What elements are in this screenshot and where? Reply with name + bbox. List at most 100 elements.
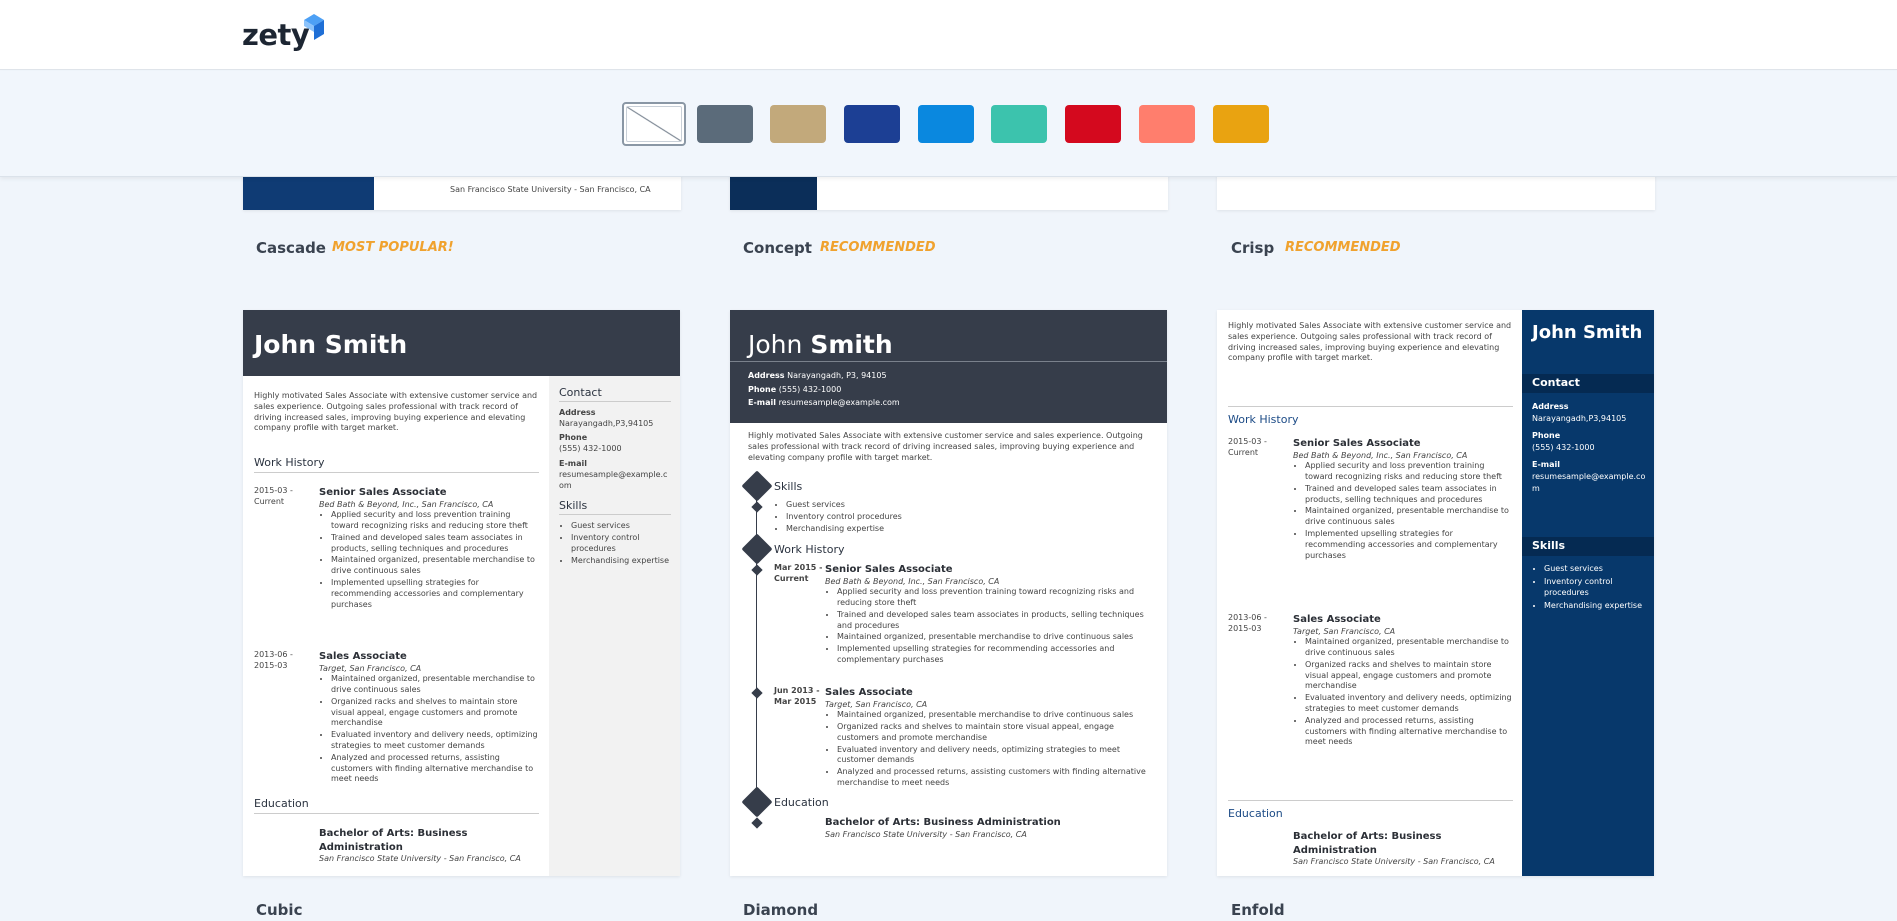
skill-item: Merchandising expertise xyxy=(786,524,902,535)
email-value: resumesample@example.com xyxy=(1532,471,1646,493)
job1-bullet: Applied security and loss prevention tra… xyxy=(1305,461,1513,483)
resume-header: John Smith Address Narayangadh, P3, 9410… xyxy=(730,310,1167,423)
address-label: Address xyxy=(559,407,596,417)
work-history-heading: Work History xyxy=(254,456,539,473)
cascade-snippet: San Francisco State University - San Fra… xyxy=(450,185,651,194)
color-swatch-blue[interactable] xyxy=(918,105,974,143)
job2-bullet: Evaluated inventory and delivery needs, … xyxy=(1305,693,1513,715)
contact-heading: Contact xyxy=(1522,374,1654,393)
template-name-enfold[interactable]: Enfold xyxy=(1231,901,1285,919)
job1-company: Bed Bath & Beyond, Inc., San Francisco, … xyxy=(1293,450,1468,460)
job2-bullet: Maintained organized, presentable mercha… xyxy=(331,674,539,696)
job1-date-end: Current xyxy=(1228,447,1259,457)
skill-item: Merchandising expertise xyxy=(571,556,671,567)
job1-date-start: 2015-03 - xyxy=(1228,437,1267,446)
template-name-cascade[interactable]: Cascade xyxy=(256,239,326,257)
resume-summary: Highly motivated Sales Associate with ex… xyxy=(748,431,1143,462)
job2-bullet: Maintained organized, presentable mercha… xyxy=(1305,637,1513,659)
education-icon xyxy=(741,786,773,818)
job1-bullet: Trained and developed sales team associa… xyxy=(331,533,539,555)
template-card-cubic[interactable]: John Smith Highly motivated Sales Associ… xyxy=(243,310,680,876)
phone-label: Phone xyxy=(748,384,777,394)
job2-title: Sales Associate xyxy=(1293,614,1381,625)
color-swatch-navy[interactable] xyxy=(844,105,900,143)
email-label: E-mail xyxy=(1532,460,1561,470)
top-header: zety xyxy=(0,0,1897,70)
template-badge-crisp: RECOMMENDED xyxy=(1285,240,1401,255)
template-name-cubic[interactable]: Cubic xyxy=(256,901,302,919)
resume-sidebar: John Smith Contact Address Narayangadh,P… xyxy=(1522,310,1654,876)
phone-value: (555) 432-1000 xyxy=(778,384,842,394)
template-badge-cascade: MOST POPULAR! xyxy=(332,240,454,255)
email-value: resumesample@example.com xyxy=(559,469,668,490)
job2-title: Sales Associate xyxy=(319,651,407,662)
job2-date-end: 2015-03 xyxy=(1228,623,1262,633)
degree: Bachelor of Arts: Business Administratio… xyxy=(1293,831,1442,856)
color-swatch-slate[interactable] xyxy=(697,105,753,143)
skill-item: Inventory control procedures xyxy=(786,512,902,523)
job1-date-start: Mar 2015 - xyxy=(774,563,823,572)
timeline-dot xyxy=(751,687,763,699)
address-value: Narayangadh,P3,94105 xyxy=(1532,413,1627,423)
job1-bullet: Trained and developed sales team associa… xyxy=(837,610,1155,632)
email-value: resumesample@example.com xyxy=(778,398,900,408)
degree: Bachelor of Arts: Business Administratio… xyxy=(319,828,468,853)
skill-item: Merchandising expertise xyxy=(1544,600,1650,612)
color-swatch-gold[interactable] xyxy=(1213,105,1269,143)
address-label: Address xyxy=(748,371,785,380)
skill-item: Inventory control procedures xyxy=(1544,576,1650,599)
timeline-dot xyxy=(751,564,763,576)
work-history-heading: Work History xyxy=(1228,406,1513,428)
education-heading: Education xyxy=(254,797,539,814)
job2-bullet: Organized racks and shelves to maintain … xyxy=(837,722,1155,744)
job1-bullet: Maintained organized, presentable mercha… xyxy=(331,555,539,577)
template-name-diamond[interactable]: Diamond xyxy=(743,901,818,919)
job1-bullet: Implemented upselling strategies for rec… xyxy=(1305,529,1513,561)
job2-bullet: Evaluated inventory and delivery needs, … xyxy=(837,745,1155,767)
job1-date-end: Current xyxy=(254,496,285,506)
job2-bullet: Organized racks and shelves to maintain … xyxy=(331,697,539,729)
job2-company: Target, San Francisco, CA xyxy=(825,699,928,709)
school: San Francisco State University - San Fra… xyxy=(825,829,1027,839)
email-label: E-mail xyxy=(559,459,588,469)
resume-name: John Smith xyxy=(243,310,680,376)
job2-date-end: 2015-03 xyxy=(254,660,288,670)
job2-bullet: Maintained organized, presentable mercha… xyxy=(837,710,1155,721)
color-swatch-tan[interactable] xyxy=(770,105,826,143)
job2-date-start: 2013-06 - xyxy=(1228,613,1267,622)
job2-bullet: Analyzed and processed returns, assistin… xyxy=(1305,716,1513,748)
phone-value: (555) 432-1000 xyxy=(559,444,622,454)
job1-title: Senior Sales Associate xyxy=(1293,438,1421,449)
template-badge-concept: RECOMMENDED xyxy=(820,240,936,255)
job1-bullet: Maintained organized, presentable mercha… xyxy=(1305,506,1513,528)
template-name-crisp[interactable]: Crisp xyxy=(1231,239,1274,257)
skill-item: Guest services xyxy=(571,521,671,532)
phone-label: Phone xyxy=(559,433,588,443)
resume-summary: Highly motivated Sales Associate with ex… xyxy=(254,391,538,433)
address-value: Narayangadh,P3,94105 xyxy=(559,418,654,428)
job2-title: Sales Associate xyxy=(825,687,913,698)
template-card-diamond[interactable]: John Smith Address Narayangadh, P3, 9410… xyxy=(730,310,1167,876)
school: San Francisco State University - San Fra… xyxy=(319,854,521,863)
job1-date-start: 2015-03 - xyxy=(254,486,293,495)
education-heading: Education xyxy=(774,796,829,809)
job2-company: Target, San Francisco, CA xyxy=(1293,626,1396,636)
resume-last-name: Smith xyxy=(810,330,893,359)
color-swatch-teal[interactable] xyxy=(991,105,1047,143)
skill-item: Inventory control procedures xyxy=(571,533,671,555)
zety-logo-icon xyxy=(304,14,324,40)
template-card-enfold[interactable]: Highly motivated Sales Associate with ex… xyxy=(1217,310,1654,876)
skill-item: Guest services xyxy=(1544,563,1650,575)
job2-date-end: Mar 2015 xyxy=(774,696,817,706)
job1-bullet: Applied security and loss prevention tra… xyxy=(837,587,1155,609)
template-name-concept[interactable]: Concept xyxy=(743,239,812,257)
color-swatch-red[interactable] xyxy=(1065,105,1121,143)
phone-value: (555) 432-1000 xyxy=(1532,442,1595,452)
color-swatch-none[interactable] xyxy=(622,102,686,146)
color-swatch-salmon[interactable] xyxy=(1139,105,1195,143)
skill-item: Guest services xyxy=(786,500,902,511)
timeline-dot xyxy=(751,501,763,513)
job1-date-end: Current xyxy=(774,573,809,583)
resume-summary: Highly motivated Sales Associate with ex… xyxy=(1228,321,1512,363)
school: San Francisco State University - San Fra… xyxy=(1293,857,1495,866)
